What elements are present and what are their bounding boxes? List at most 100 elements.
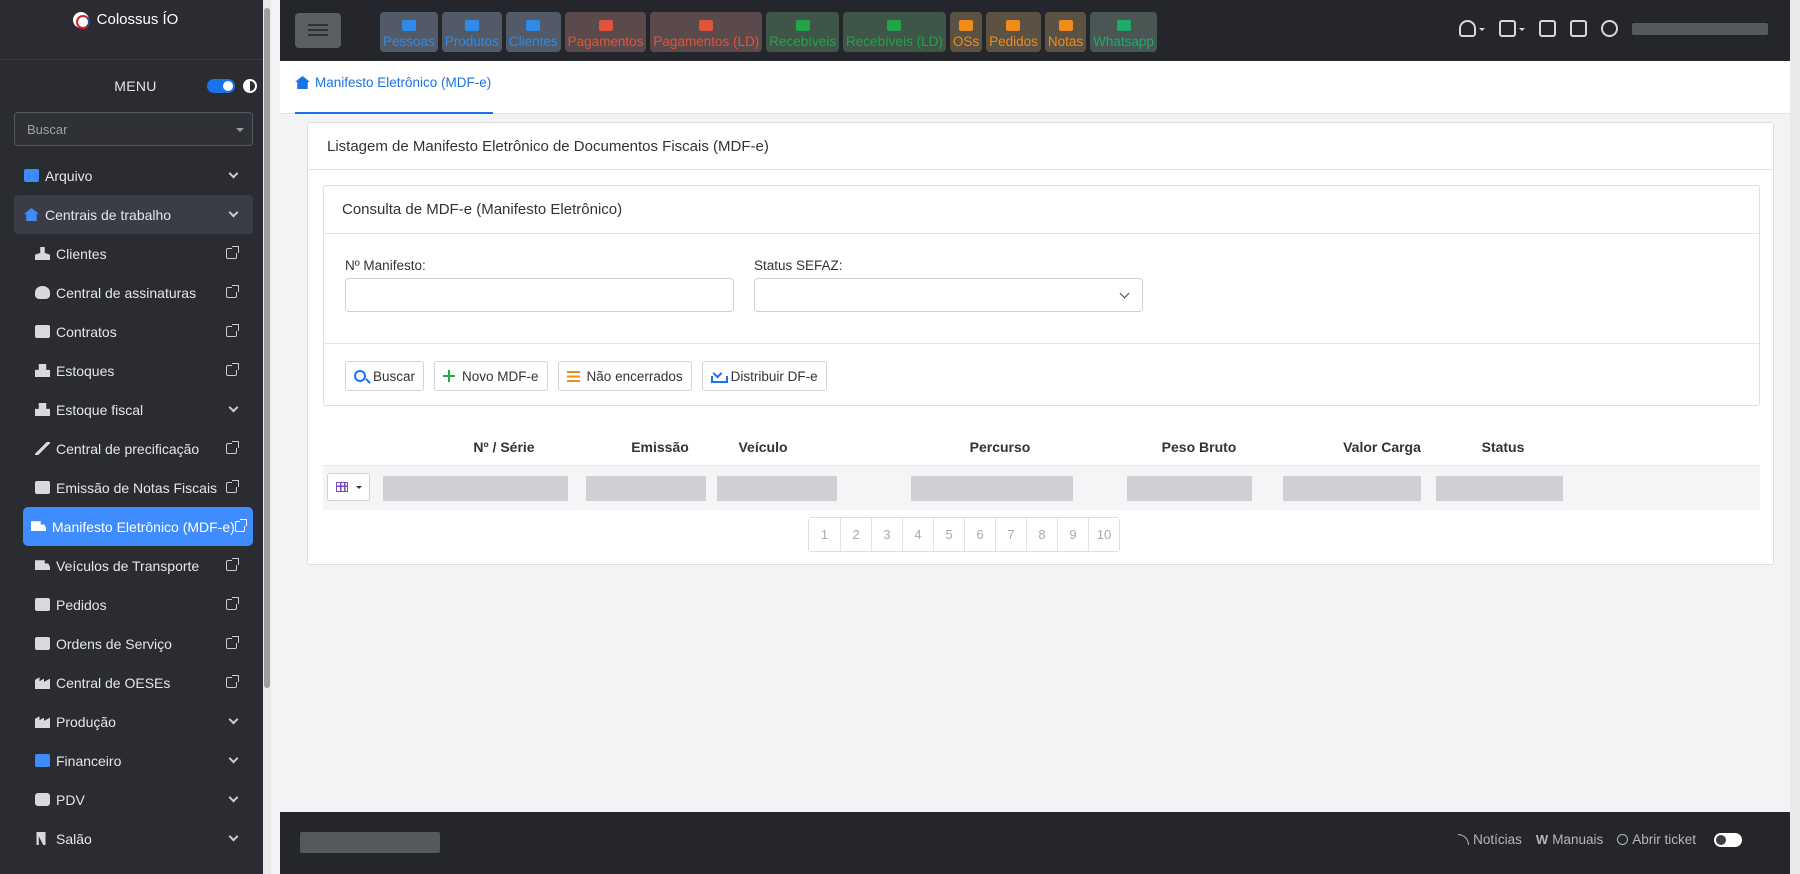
- shortcut-button[interactable]: Produtos: [441, 12, 502, 52]
- manifesto-number-input[interactable]: [345, 278, 734, 312]
- shortcut-button[interactable]: Recebíveis (LD): [843, 12, 946, 52]
- sidebar-item[interactable]: Central de OESEs: [0, 663, 271, 702]
- shortcut-button[interactable]: Whatsapp: [1090, 12, 1157, 52]
- shortcut-button[interactable]: OSs: [949, 12, 983, 52]
- shortcut-icon: [699, 20, 714, 31]
- page-button[interactable]: 1: [809, 518, 840, 551]
- shortcut-bar: Pessoas Produtos Clientes Pagamentos Pagamen…: [380, 12, 1157, 52]
- sidebar-item[interactable]: Emissão de Notas Fiscais: [0, 468, 271, 507]
- manuals-label: Manuais: [1552, 832, 1604, 847]
- contrast-icon[interactable]: [243, 79, 257, 93]
- manuals-link[interactable]: W Manuais: [1536, 832, 1603, 847]
- sidebar-item-label: Financeiro: [56, 752, 122, 769]
- page-button[interactable]: 7: [995, 518, 1026, 551]
- column-header[interactable]: Veículo: [738, 439, 787, 455]
- column-header[interactable]: Percurso: [970, 439, 1031, 455]
- open-manifests-button[interactable]: Não encerrados: [557, 361, 692, 391]
- shortcut-label: Recebíveis: [769, 34, 837, 49]
- sidebar-item[interactable]: Estoque fiscal: [0, 390, 271, 429]
- page-button[interactable]: 8: [1026, 518, 1057, 551]
- page-button[interactable]: 2: [840, 518, 871, 551]
- shortcut-button[interactable]: Pessoas: [380, 12, 438, 52]
- id-card-icon[interactable]: [1570, 20, 1587, 37]
- listing-card: Listagem de Manifesto Eletrônico de Docu…: [307, 122, 1774, 565]
- user-icon[interactable]: [1601, 20, 1618, 37]
- search-button[interactable]: Buscar: [345, 361, 425, 391]
- page-button[interactable]: 4: [902, 518, 933, 551]
- table-row[interactable]: [323, 465, 1760, 510]
- sidebar-item[interactable]: Pedidos: [0, 585, 271, 624]
- sidebar: Colossus ÍO MENU Buscar Arquivo Centrais …: [0, 0, 271, 874]
- page-scrollbar[interactable]: [1790, 0, 1800, 874]
- column-header[interactable]: Emissão: [631, 439, 689, 455]
- sidebar-item-label: Central de assinaturas: [56, 284, 197, 301]
- external-link-icon: [226, 636, 239, 649]
- sidebar-item[interactable]: Clientes: [0, 234, 271, 273]
- page-button[interactable]: 6: [964, 518, 995, 551]
- shortcut-label: Pagamentos: [567, 34, 644, 49]
- factory-icon: [35, 677, 50, 689]
- mail-icon[interactable]: [1499, 20, 1516, 37]
- sidebar-item[interactable]: Produção: [0, 702, 271, 741]
- sidebar-scrollbar[interactable]: [263, 0, 271, 874]
- manifesto-label: Nº Manifesto:: [345, 258, 426, 273]
- sidebar-item[interactable]: PDV: [0, 780, 271, 819]
- shortcut-label: Recebíveis (LD): [846, 34, 943, 49]
- bell-icon[interactable]: [1459, 20, 1476, 37]
- page-button[interactable]: 3: [871, 518, 902, 551]
- sidebar-item[interactable]: Central de precificação: [0, 429, 271, 468]
- status-sefaz-select[interactable]: [754, 278, 1143, 312]
- boxes-icon: [35, 364, 50, 377]
- sidebar-item-label: Emissão de Notas Fiscais: [56, 479, 218, 496]
- logo-icon: [72, 11, 90, 29]
- shortcut-button[interactable]: Pagamentos (LD): [650, 12, 763, 52]
- page-button[interactable]: 9: [1057, 518, 1088, 551]
- column-header[interactable]: Peso Bruto: [1162, 439, 1237, 455]
- menu-search-select[interactable]: Buscar: [14, 112, 253, 146]
- sidebar-item-label: Ordens de Serviço: [56, 635, 172, 652]
- search-icon: [354, 370, 366, 382]
- sidebar-item[interactable]: Salão: [0, 819, 271, 858]
- ticket-link[interactable]: Abrir ticket: [1617, 832, 1696, 847]
- new-mdfe-button[interactable]: Novo MDF-e: [434, 361, 548, 391]
- tab-label: Manifesto Eletrônico (MDF-e): [315, 75, 492, 90]
- news-link[interactable]: Notícias: [1458, 832, 1522, 847]
- column-header[interactable]: Valor Carga: [1343, 439, 1421, 455]
- shortcut-button[interactable]: Notas: [1044, 12, 1087, 52]
- sidebar-item[interactable]: Contratos: [0, 312, 271, 351]
- news-label: Notícias: [1473, 832, 1522, 847]
- brand[interactable]: Colossus ÍO: [0, 0, 271, 60]
- page-button[interactable]: 10: [1088, 518, 1119, 551]
- user-name[interactable]: [1632, 22, 1768, 35]
- shortcut-button[interactable]: Pedidos: [986, 12, 1041, 52]
- sidebar-item[interactable]: Estoques: [0, 351, 271, 390]
- column-header[interactable]: Nº / Série: [473, 439, 534, 455]
- shortcut-button[interactable]: Pagamentos: [564, 12, 647, 52]
- sidebar-item[interactable]: Veículos de Transporte: [0, 546, 271, 585]
- top-bar: Pessoas Produtos Clientes Pagamentos Pagamen…: [280, 0, 1790, 61]
- theme-toggle[interactable]: [1714, 832, 1742, 847]
- shortcut-icon: [958, 20, 973, 31]
- distribute-dfe-button[interactable]: Distribuir DF-e: [701, 361, 827, 391]
- sidebar-item[interactable]: Ordens de Serviço: [0, 624, 271, 663]
- external-link-icon: [226, 558, 239, 571]
- sidebar-item[interactable]: Arquivo: [0, 156, 271, 195]
- hamburger-button[interactable]: [295, 13, 341, 48]
- home-icon: [24, 208, 39, 221]
- menu-pin-toggle[interactable]: [207, 79, 235, 93]
- shortcut-button[interactable]: Clientes: [505, 12, 561, 52]
- grid-icon: [336, 482, 348, 492]
- row-actions-button[interactable]: [327, 473, 370, 501]
- shortcut-button[interactable]: Recebíveis: [766, 12, 840, 52]
- tab-mdfe[interactable]: Manifesto Eletrônico (MDF-e): [295, 75, 494, 114]
- loading-placeholder: [911, 476, 1073, 501]
- sidebar-item[interactable]: Centrais de trabalho: [14, 195, 253, 234]
- caret-down-icon: [356, 486, 362, 492]
- sidebar-item[interactable]: Financeiro: [0, 741, 271, 780]
- sidebar-item[interactable]: Manifesto Eletrônico (MDF-e): [23, 507, 253, 546]
- footer-info-placeholder: [300, 832, 440, 853]
- sidebar-item[interactable]: Central de assinaturas: [0, 273, 271, 312]
- column-header[interactable]: Status: [1482, 439, 1525, 455]
- folder-icon[interactable]: [1539, 20, 1556, 37]
- page-button[interactable]: 5: [933, 518, 964, 551]
